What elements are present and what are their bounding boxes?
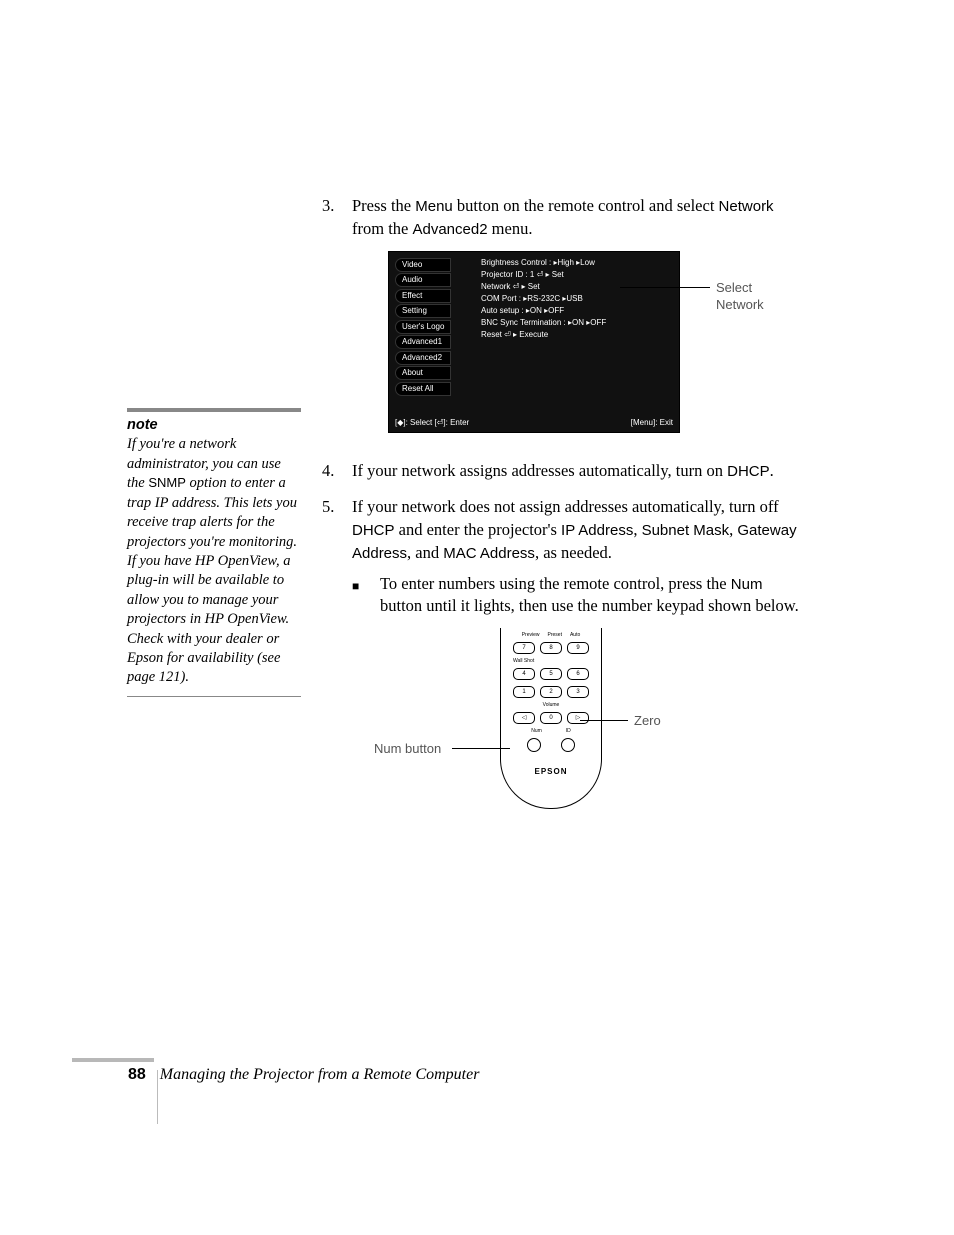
side-note: note If you're a network administrator, … [127,408,301,697]
keypad-5: 5 [540,668,562,680]
page: 3. Press the Menu button on the remote c… [0,0,954,1235]
ui-term-snmp: SNMP [148,475,186,490]
body-text: . [770,461,774,480]
keypad-4: 4 [513,668,535,680]
key-label: Wall Shot [513,658,534,665]
key-label: Num [531,728,542,735]
keypad-2: 2 [540,686,562,698]
keypad-1: 1 [513,686,535,698]
page-number: 88 [128,1066,146,1083]
note-rule [127,408,301,412]
callout-select-network: Select Network [716,279,802,315]
ui-term-num: Num [731,576,763,593]
note-body: If you're a network administrator, you c… [127,435,301,687]
osd-footer-right: [Menu]: Exit [631,418,673,428]
osd-setting: Brightness Control : ▸High ▸Low [481,258,606,270]
ui-term-ip: IP Address [561,522,633,539]
body-text: To enter numbers using the remote contro… [380,574,731,593]
osd-menu-item: Audio [395,273,451,287]
chapter-title: Managing the Projector from a Remote Com… [160,1066,480,1083]
osd-setting: BNC Sync Termination : ▸ON ▸OFF [481,318,606,330]
osd-menu-item: About [395,366,451,380]
osd-setting: Auto setup : ▸ON ▸OFF [481,306,606,318]
body-text: Press the [352,196,415,215]
keypad-6: 6 [567,668,589,680]
footer-rule [72,1058,154,1062]
keypad-9: 9 [567,642,589,654]
sub-bullet: ■ To enter numbers using the remote cont… [352,573,802,619]
key-label: ID [566,728,571,735]
step-number: 5. [322,496,334,519]
note-heading: note [127,416,301,435]
key-label: Preview [522,632,540,639]
body-text: If your network assigns addresses automa… [352,461,727,480]
ui-term-menu: Menu [415,198,453,215]
vol-down: ◁ [513,712,535,724]
ui-term-subnet: Subnet Mask [642,522,730,539]
ui-term-advanced2: Advanced2 [412,221,487,238]
keypad-8: 8 [540,642,562,654]
note-rule [127,696,301,697]
step-5: 5. If your network does not assign addre… [322,496,802,828]
body-text: button on the remote control and select [453,196,719,215]
keypad-3: 3 [567,686,589,698]
page-footer: 88 Managing the Projector from a Remote … [128,1066,479,1084]
ui-term-network: Network [719,198,774,215]
vol-up: ▷ [567,712,589,724]
callout-line [452,748,510,749]
callout-zero: Zero [634,712,661,730]
ui-term-mac: MAC Address [443,545,535,562]
square-bullet-icon: ■ [352,578,359,595]
main-content: 3. Press the Menu button on the remote c… [322,195,802,842]
osd-setting: Network ⏎ ▸ Set [481,282,606,294]
ui-term-dhcp: DHCP [727,463,770,480]
body-text: , and [407,543,443,562]
brand-label: EPSON [501,766,601,777]
step-number: 3. [322,195,334,218]
osd-menu-item: Advanced2 [395,351,451,365]
osd-menu-item: Advanced1 [395,335,451,349]
key-label-row: Preview Preset Auto [501,632,601,639]
num-button [527,738,541,752]
body-text: , [633,520,641,539]
remote-figure: Preview Preset Auto 7 8 9 Wall Shot [352,628,802,828]
osd-menu-item: Setting [395,304,451,318]
key-label: Preset [548,632,562,639]
step-3: 3. Press the Menu button on the remote c… [322,195,802,446]
body-text: If your network does not assign addresse… [352,497,779,516]
body-text: and enter the projector's [395,520,562,539]
remote-control: Preview Preset Auto 7 8 9 Wall Shot [500,628,602,809]
callout-line [620,287,710,288]
osd-footer: [◆]: Select [⏎]: Enter [Menu]: Exit [395,418,673,428]
body-text: from the [352,219,412,238]
footer-vline [157,1070,158,1124]
osd-left-menu: Video Audio Effect Setting User's Logo A… [395,258,451,398]
body-text: button until it lights, then use the num… [380,596,799,615]
id-button [561,738,575,752]
body-text: , as needed. [535,543,612,562]
step-number: 4. [322,460,334,483]
callout-num-button: Num button [374,740,441,758]
osd-figure: Video Audio Effect Setting User's Logo A… [388,251,802,446]
osd-menu-item: Reset All [395,382,451,396]
callout-line [580,720,628,721]
keypad-0: 0 [540,712,562,724]
osd-setting: Reset ⏎ ▸ Execute [481,330,606,342]
osd-right-panel: Brightness Control : ▸High ▸Low Projecto… [481,258,606,342]
step-4: 4. If your network assigns addresses aut… [322,460,802,483]
body-text: menu. [488,219,533,238]
osd-setting: COM Port : ▸RS-232C ▸USB [481,294,606,306]
osd-setting: Projector ID : 1 ⏎ ▸ Set [481,270,606,282]
osd-menu-item: User's Logo [395,320,451,334]
osd-menu-item: Video [395,258,451,272]
osd-menu-item: Effect [395,289,451,303]
osd-footer-left: [◆]: Select [⏎]: Enter [395,418,469,428]
note-text: option to enter a trap IP address. This … [127,475,297,685]
key-label: Volume [543,702,560,709]
osd-screen: Video Audio Effect Setting User's Logo A… [388,251,680,433]
key-label: Auto [570,632,580,639]
ui-term-dhcp: DHCP [352,522,395,539]
keypad-7: 7 [513,642,535,654]
